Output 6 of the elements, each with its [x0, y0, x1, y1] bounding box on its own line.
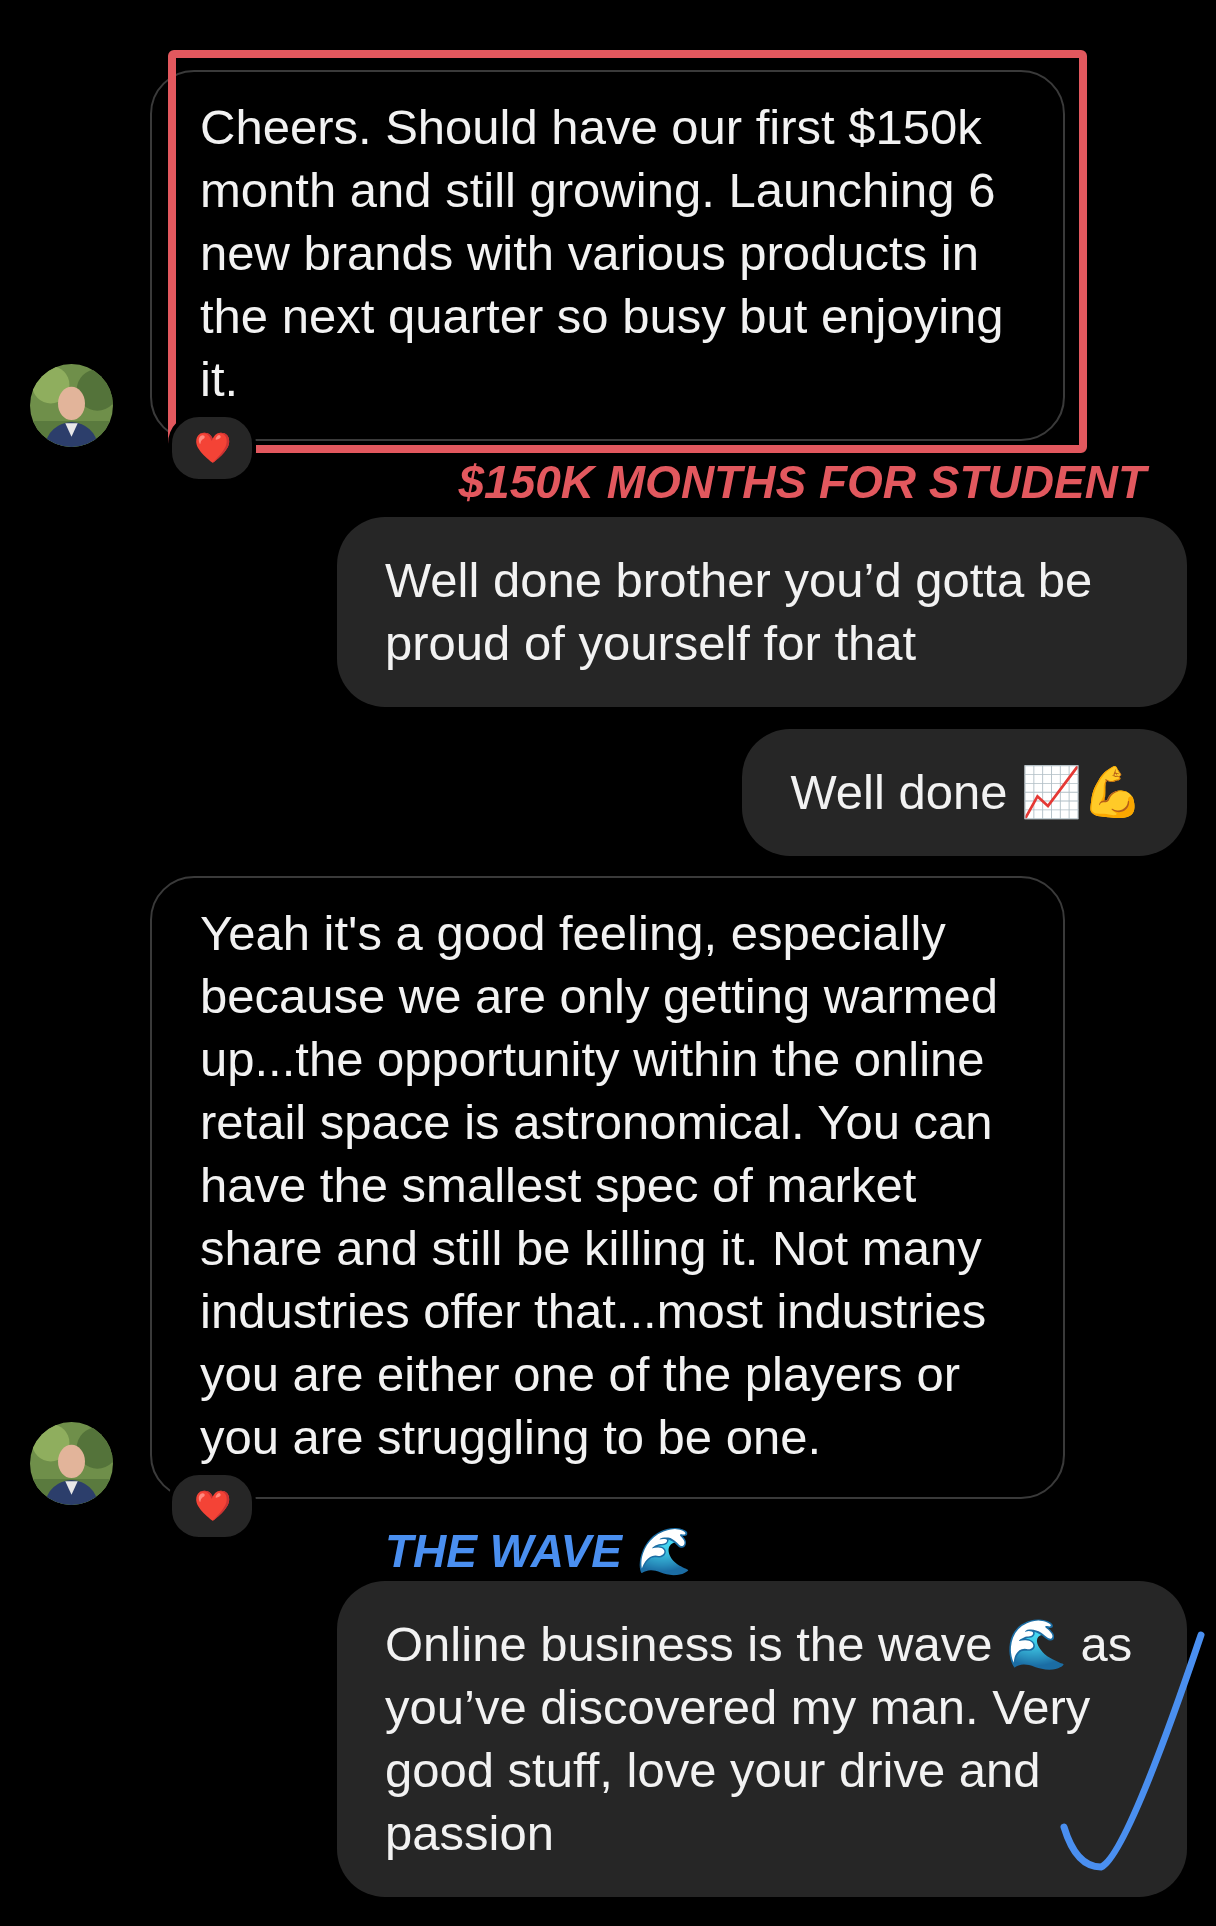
message-text: Well done 📈💪 — [790, 765, 1143, 819]
message-text: Yeah it's a good feeling, especially because we are only getting warmed up...the opportunity within the online retail space is astronomical. You can have the smallest spec of market share and still be killing it. Not many industries offer that...most industries you are either one of the players or you are struggling to be one. — [200, 906, 999, 1464]
message-text: Well done brother you’d gotta be proud of yourself for that — [385, 553, 1093, 670]
annotation-caption: THE WAVE 🌊 — [385, 1524, 692, 1578]
message-text: Cheers. Should have our first $150k month and still growing. Launching 6 new brands with various products in the next quarter so busy but enjoying it. — [200, 100, 1004, 406]
message-text: Online business is the wave 🌊 as you’ve discovered my man. Very good stuff, love your drive and passion — [385, 1617, 1133, 1860]
